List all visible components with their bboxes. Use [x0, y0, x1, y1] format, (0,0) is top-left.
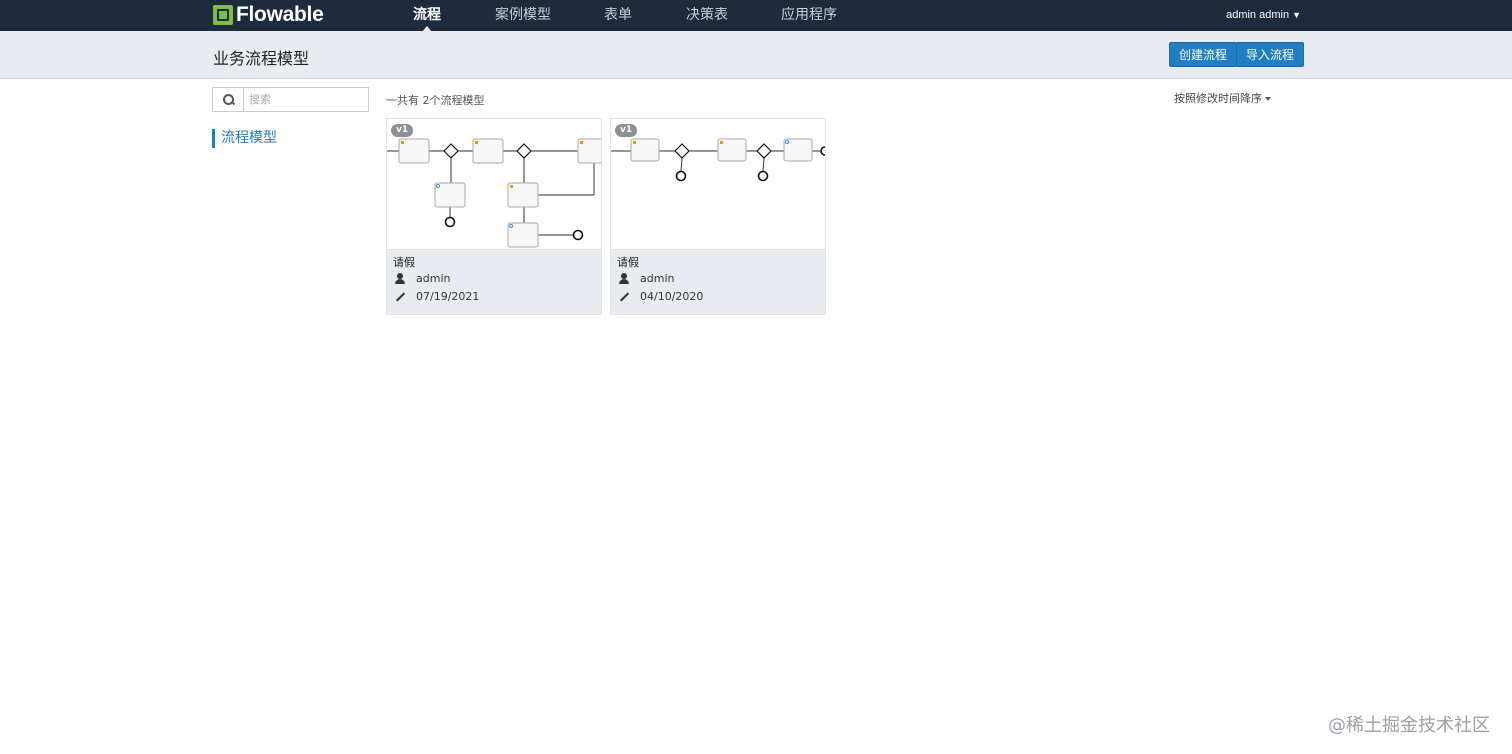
model-owner: admin [618, 272, 674, 286]
user-name: admin admin [1226, 9, 1290, 21]
logo-text: Flowable [236, 3, 324, 26]
search-box [212, 87, 369, 112]
version-badge: v1 [391, 124, 414, 137]
bpmn-diagram [387, 138, 601, 248]
create-process-button[interactable]: 创建流程 [1169, 42, 1238, 67]
chevron-down-icon: ▼ [1292, 10, 1301, 20]
card-info: 请假 admin 07/19/2021 [387, 250, 601, 314]
model-owner: admin [394, 272, 450, 286]
top-navbar: Flowable 流程 案例模型 表单 决策表 应用程序 admin admin… [0, 0, 1512, 32]
flowable-logo[interactable]: Flowable [213, 3, 324, 26]
version-badge: v1 [615, 124, 638, 137]
user-icon [394, 273, 406, 285]
search-icon[interactable] [213, 88, 244, 111]
model-modified-date: 04/10/2020 [618, 290, 703, 304]
process-model-card[interactable]: v1 请假 admin 04/10/2020 [610, 118, 826, 315]
model-name: 请假 [617, 256, 639, 269]
search-input[interactable] [249, 92, 359, 107]
model-modified-date: 07/19/2021 [394, 290, 479, 304]
bpmn-diagram [611, 138, 825, 182]
nav-decision-tables[interactable]: 决策表 [686, 0, 728, 31]
nav-processes[interactable]: 流程 [413, 0, 441, 32]
sort-label: 按照修改时间降序 [1174, 92, 1262, 105]
pencil-icon [618, 291, 630, 303]
flowable-logo-icon [213, 5, 233, 25]
pencil-icon [394, 291, 406, 303]
page-title: 业务流程模型 [213, 49, 310, 68]
nav-forms[interactable]: 表单 [604, 0, 632, 31]
user-icon [618, 273, 630, 285]
sort-dropdown[interactable]: 按照修改时间降序 [1174, 90, 1271, 106]
card-info: 请假 admin 04/10/2020 [611, 250, 825, 314]
page-header: 业务流程模型 创建流程 导入流程 [0, 31, 1512, 79]
sidebar-item-process-models[interactable]: 流程模型 [212, 129, 277, 148]
nav-apps[interactable]: 应用程序 [781, 0, 837, 31]
process-diagram-thumbnail: v1 [611, 119, 825, 250]
process-model-card[interactable]: v1 请假 admin 07/19/2021 [386, 118, 602, 315]
nav-case-models[interactable]: 案例模型 [495, 0, 551, 31]
user-menu[interactable]: admin admin ▼ [1226, 0, 1301, 31]
model-count: 一共有 2个流程模型 [386, 94, 485, 107]
model-name: 请假 [393, 256, 415, 269]
process-diagram-thumbnail: v1 [387, 119, 601, 250]
caret-down-icon [1265, 97, 1271, 101]
watermark-text: @稀土掘金技术社区 [1328, 715, 1490, 736]
import-process-button[interactable]: 导入流程 [1236, 42, 1305, 67]
